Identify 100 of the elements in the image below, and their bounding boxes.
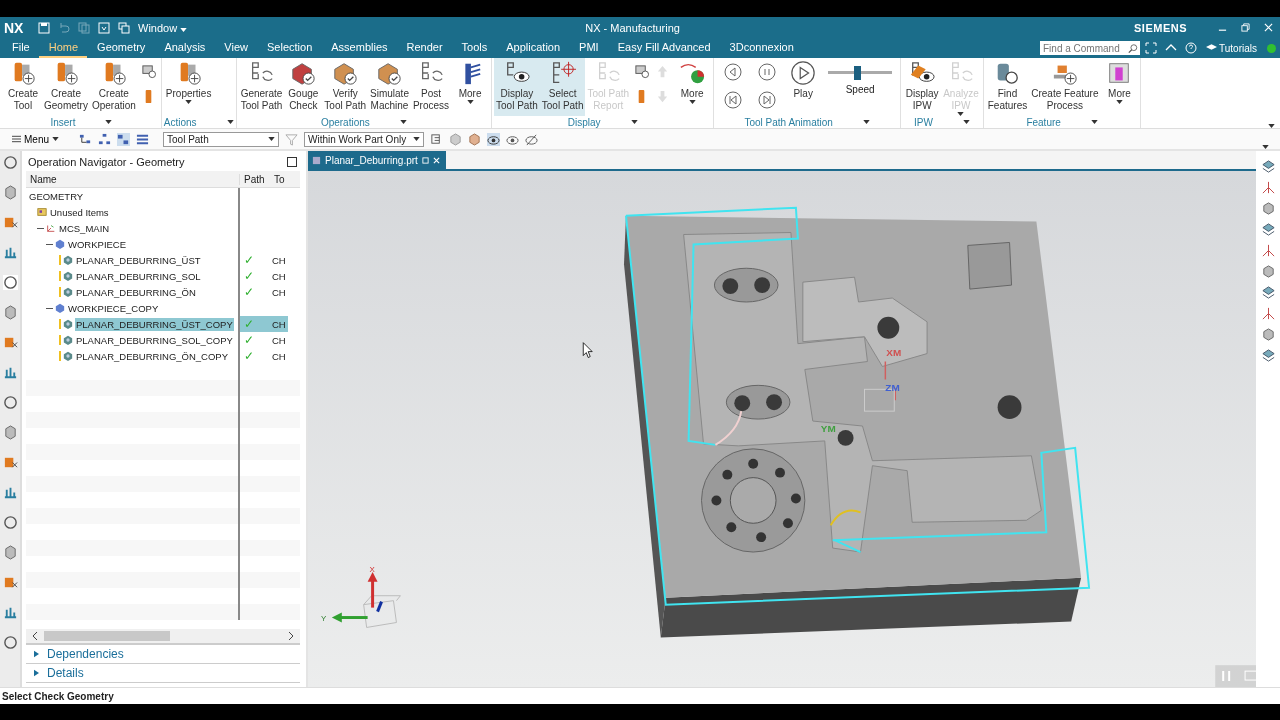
- ribbon-button[interactable]: Simulate Machine: [368, 58, 411, 116]
- tree-row[interactable]: Unused Items: [26, 204, 300, 220]
- slider-thumb[interactable]: [853, 66, 861, 80]
- caret-icon[interactable]: [226, 120, 234, 124]
- caret-icon[interactable]: [862, 120, 870, 124]
- tree-row[interactable]: PLANAR_DEBURRING_ÜST ✓ CH: [26, 252, 300, 268]
- ribbon-button[interactable]: Properties: [163, 58, 214, 116]
- tree-row[interactable]: PLANAR_DEBURRING_ÜST_COPY ✓ CH: [26, 316, 300, 332]
- rewind-icon[interactable]: [724, 63, 743, 81]
- tutorials-button[interactable]: Tutorials: [1200, 38, 1263, 58]
- ribbon-button[interactable]: Gouge Check: [284, 58, 323, 116]
- tree-row[interactable]: PLANAR_DEBURRING_SOL ✓ CH: [26, 268, 300, 284]
- column-header[interactable]: To: [270, 173, 288, 185]
- document-icon: [312, 155, 321, 165]
- ribbon-button[interactable]: Create Geometry: [42, 58, 90, 116]
- menu-tab[interactable]: Selection: [257, 38, 322, 58]
- caret-icon[interactable]: [399, 120, 407, 124]
- menu-tab[interactable]: View: [214, 38, 257, 58]
- hide-icon[interactable]: [525, 132, 538, 146]
- tool-cell: CH: [272, 318, 286, 330]
- ribbon-button[interactable]: Display IPW: [903, 58, 942, 116]
- pause-icon[interactable]: [758, 63, 777, 81]
- menu-tab[interactable]: Home: [38, 38, 88, 58]
- menu-tab[interactable]: Tools: [451, 38, 497, 58]
- brand-name: SIEMENS: [1134, 21, 1187, 34]
- command-search-field[interactable]: Find a Command: [1040, 41, 1140, 55]
- menu-tab[interactable]: Render: [396, 38, 452, 58]
- axis-icon[interactable]: [1260, 306, 1276, 321]
- pin-icon[interactable]: [421, 156, 429, 164]
- ribbon-button[interactable]: More: [451, 58, 490, 116]
- restore-icon[interactable]: [1241, 23, 1250, 32]
- ribbon-button[interactable]: Create Operation: [89, 58, 138, 116]
- axis-icon: [46, 223, 56, 233]
- ribbon-button[interactable]: More: [1100, 58, 1139, 116]
- scope-dropdown[interactable]: Within Work Part Only: [304, 131, 424, 147]
- section-header[interactable]: Dependencies: [26, 645, 300, 664]
- group-label: Insert: [50, 116, 76, 128]
- close-icon[interactable]: [1264, 23, 1273, 32]
- horizontal-scrollbar[interactable]: [26, 629, 300, 645]
- document-tab[interactable]: Planar_Deburring.prt: [308, 151, 446, 169]
- caret-icon[interactable]: [1116, 100, 1123, 104]
- save-icon[interactable]: [38, 21, 50, 34]
- circle-icon[interactable]: [2, 515, 18, 530]
- tree-row[interactable]: GEOMETRY: [26, 188, 300, 204]
- ribbon-button[interactable]: Create Tool: [4, 58, 42, 116]
- close-icon[interactable]: [432, 156, 440, 164]
- menu-button[interactable]: Menu: [6, 132, 65, 146]
- tree-row[interactable]: PLANAR_DEBURRING_ÖN_COPY ✓ CH: [26, 348, 300, 364]
- window-icon[interactable]: [98, 21, 110, 34]
- caret-icon[interactable]: [105, 120, 113, 124]
- step-back-icon[interactable]: [724, 91, 743, 109]
- menu-tab[interactable]: 3Dconnexion: [719, 38, 803, 58]
- scroll-left-icon[interactable]: [32, 632, 38, 640]
- caret-icon[interactable]: [185, 100, 193, 104]
- fullscreen-icon[interactable]: [1145, 42, 1157, 54]
- caret-icon[interactable]: [630, 120, 638, 124]
- axis-icon[interactable]: [1260, 180, 1276, 195]
- tree-row[interactable]: WORKPIECE: [26, 236, 300, 252]
- step-forward-icon[interactable]: [758, 91, 777, 109]
- block-icon[interactable]: [2, 185, 18, 200]
- tree-row[interactable]: WORKPIECE_COPY: [26, 300, 300, 316]
- ribbon-button[interactable]: Display Tool Path: [494, 58, 540, 116]
- menu-tab[interactable]: Application: [496, 38, 570, 58]
- ribbon-button[interactable]: Play: [784, 58, 823, 116]
- ribbon-button[interactable]: Create Feature Process: [1029, 58, 1101, 116]
- column-header[interactable]: Name: [26, 173, 240, 185]
- menu-tab[interactable]: Analysis: [154, 38, 215, 58]
- caret-icon[interactable]: [962, 120, 970, 124]
- menu-tab[interactable]: File: [2, 38, 39, 58]
- type-filter-dropdown[interactable]: Tool Path: [163, 131, 279, 147]
- block-icon[interactable]: [2, 335, 18, 350]
- caret-icon[interactable]: [1090, 120, 1098, 124]
- tree-row[interactable]: PLANAR_DEBURRING_SOL_COPY ✓ CH: [26, 332, 300, 348]
- menu-tab[interactable]: Easy Fill Advanced: [607, 38, 720, 58]
- section-header[interactable]: Details: [26, 664, 300, 683]
- ribbon-button[interactable]: More: [673, 58, 712, 116]
- ribbon-button[interactable]: Verify Tool Path: [322, 58, 369, 116]
- caret-icon[interactable]: [688, 100, 696, 104]
- group-label: Actions: [163, 116, 197, 128]
- ribbon-button[interactable]: Find Features: [985, 58, 1030, 116]
- tree-row[interactable]: MCS_MAIN: [26, 220, 300, 236]
- caret-icon[interactable]: [1262, 145, 1269, 149]
- window-menu[interactable]: Window: [138, 21, 188, 34]
- windows-icon[interactable]: [118, 21, 130, 34]
- tree-row[interactable]: PLANAR_DEBURRING_ÖN ✓ CH: [26, 284, 300, 300]
- help-icon[interactable]: [1185, 42, 1197, 54]
- menu-tab[interactable]: PMI: [569, 38, 608, 58]
- scrollbar-thumb[interactable]: [44, 631, 170, 641]
- panel-title: Operation Navigator - Geometry: [28, 156, 185, 168]
- ribbon-button[interactable]: Generate Tool Path: [238, 58, 285, 116]
- scroll-right-icon[interactable]: [288, 632, 294, 640]
- column-header[interactable]: Path: [240, 173, 270, 185]
- menu-tab[interactable]: Assemblies: [321, 38, 397, 58]
- expand-arrow-icon: [34, 650, 39, 658]
- ribbon-button[interactable]: Post Process: [410, 58, 452, 116]
- menu-tab[interactable]: Geometry: [87, 38, 155, 58]
- caret-icon[interactable]: [466, 100, 474, 104]
- maximize-icon[interactable]: [287, 157, 297, 167]
- selection-icon[interactable]: [430, 132, 443, 146]
- ribbon-button[interactable]: Select Tool Path: [539, 58, 586, 116]
